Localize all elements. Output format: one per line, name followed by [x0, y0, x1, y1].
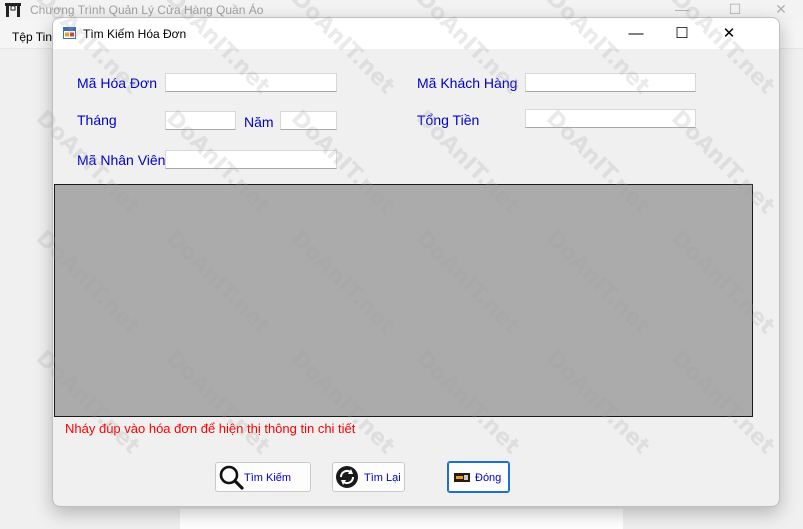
tong-tien-label: Tổng Tiền [417, 112, 480, 128]
ma-nhan-vien-label: Mã Nhân Viên [77, 152, 166, 168]
dialog-title: Tìm Kiếm Hóa Đơn [83, 27, 187, 41]
exit-door-icon [454, 473, 470, 482]
magnifier-icon [219, 465, 244, 490]
nam-input[interactable] [280, 111, 337, 130]
refresh-icon [336, 466, 358, 488]
reset-search-button[interactable]: Tìm Lại [332, 462, 405, 492]
dialog-maximize-button[interactable]: ☐ [667, 23, 697, 45]
menu-tep-tin[interactable]: Tệp Tin [12, 30, 52, 44]
app-icon [5, 3, 21, 17]
dialog-close-button[interactable]: ✕ [714, 23, 744, 45]
nam-label: Năm [244, 114, 274, 130]
search-invoice-dialog: Tìm Kiếm Hóa Đơn — ☐ ✕ Mã Hóa Đơn Mã Khá… [52, 17, 780, 507]
ma-nhan-vien-input[interactable] [165, 150, 337, 169]
dialog-titlebar: Tìm Kiếm Hóa Đơn — ☐ ✕ [53, 18, 779, 49]
dialog-minimize-button[interactable]: — [621, 23, 651, 45]
thang-label: Tháng [77, 112, 117, 128]
ma-hoa-don-input[interactable] [165, 73, 337, 92]
thang-input[interactable] [165, 111, 236, 130]
double-click-hint: Nháy đúp vào hóa đơn để hiện thị thông t… [65, 421, 356, 436]
tong-tien-input[interactable] [525, 109, 696, 128]
search-button[interactable]: Tìm Kiếm [215, 462, 311, 492]
form-icon [63, 27, 76, 39]
main-maximize-button[interactable]: ☐ [725, 1, 745, 18]
main-bottom-panel [180, 509, 623, 529]
main-close-button[interactable]: ✕ [771, 1, 791, 18]
ma-khach-hang-label: Mã Khách Hàng [417, 75, 518, 91]
ma-hoa-don-label: Mã Hóa Đơn [77, 75, 157, 91]
ma-khach-hang-input[interactable] [525, 73, 696, 92]
invoice-results-grid[interactable] [54, 184, 753, 417]
main-window-title: Chương Trình Quản Lý Cửa Hàng Quần Áo [30, 3, 264, 17]
close-form-button[interactable]: Đóng [447, 461, 510, 493]
main-minimize-button[interactable]: — [672, 1, 692, 17]
